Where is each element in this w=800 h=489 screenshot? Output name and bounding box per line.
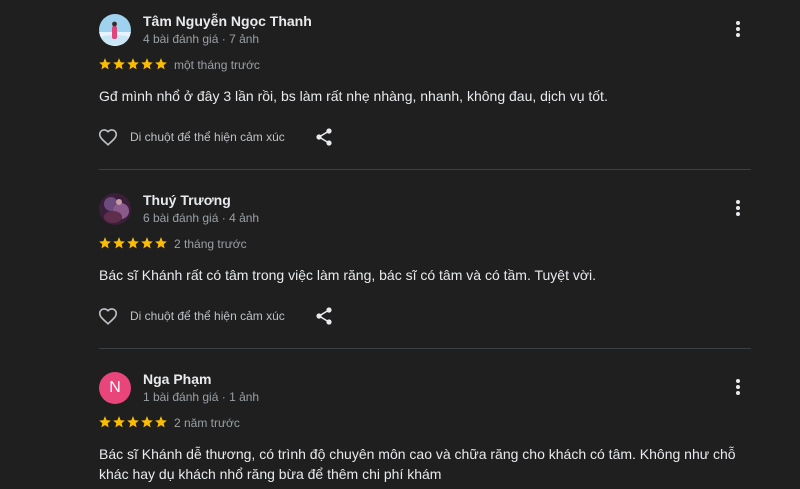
avatar[interactable]: N: [99, 372, 131, 404]
star-icon: [99, 58, 111, 70]
star-icon: [141, 416, 153, 428]
review-time: một tháng trước: [174, 58, 260, 72]
heart-outline-icon: [98, 129, 118, 146]
star-icon: [141, 237, 153, 249]
star-icon: [155, 416, 167, 428]
reviewer-meta: 4 bài đánh giá · 7 ảnh: [143, 32, 260, 46]
star-icon: [99, 416, 111, 428]
reviewer-meta: 6 bài đánh giá · 4 ảnh: [143, 211, 260, 225]
share-icon[interactable]: [314, 306, 334, 326]
review-card: N Nga Phạm 1 bài đánh giá · 1 ảnh 2 năm …: [0, 358, 800, 489]
review-time: 2 năm trước: [174, 416, 240, 430]
avatar[interactable]: [99, 14, 131, 46]
divider: [99, 169, 751, 170]
review-time: 2 tháng trước: [174, 237, 247, 251]
share-icon[interactable]: [314, 127, 334, 147]
react-button[interactable]: Di chuột để thể hiện cảm xúc: [97, 305, 285, 327]
review-text: Bác sĩ Khánh rất có tâm trong việc làm r…: [99, 267, 597, 283]
star-rating: [98, 57, 168, 73]
reviewer-name[interactable]: Thuý Trương: [143, 192, 231, 208]
avatar-photo: [99, 14, 131, 46]
star-icon: [113, 237, 125, 249]
react-label: Di chuột để thể hiện cảm xúc: [130, 130, 285, 144]
reviewer-name[interactable]: Tâm Nguyễn Ngọc Thanh: [143, 13, 312, 29]
reviewer-meta: 1 bài đánh giá · 1 ảnh: [143, 390, 260, 404]
star-icon: [141, 58, 153, 70]
avatar-photo: [99, 193, 131, 225]
star-icon: [99, 237, 111, 249]
review-card: Thuý Trương 6 bài đánh giá · 4 ảnh 2 thá…: [0, 179, 800, 358]
star-icon: [155, 58, 167, 70]
react-button[interactable]: Di chuột để thể hiện cảm xúc: [97, 126, 285, 148]
more-vert-icon[interactable]: [728, 18, 748, 40]
star-rating: [98, 415, 168, 431]
reviewer-name[interactable]: Nga Phạm: [143, 371, 211, 387]
divider: [99, 348, 751, 349]
heart-outline-icon: [98, 308, 118, 325]
more-vert-icon[interactable]: [728, 376, 748, 398]
avatar[interactable]: [99, 193, 131, 225]
more-vert-icon[interactable]: [728, 197, 748, 219]
react-label: Di chuột để thể hiện cảm xúc: [130, 309, 285, 323]
star-icon: [155, 237, 167, 249]
star-icon: [113, 58, 125, 70]
star-icon: [127, 237, 139, 249]
review-text: Bác sĩ Khánh dễ thương, có trình độ chuy…: [99, 446, 736, 482]
star-icon: [127, 416, 139, 428]
review-card: Tâm Nguyễn Ngọc Thanh 4 bài đánh giá · 7…: [0, 0, 800, 179]
star-icon: [113, 416, 125, 428]
review-text: Gđ mình nhổ ở đây 3 lần rồi, bs làm rất …: [99, 88, 608, 104]
star-rating: [98, 236, 168, 252]
star-icon: [127, 58, 139, 70]
